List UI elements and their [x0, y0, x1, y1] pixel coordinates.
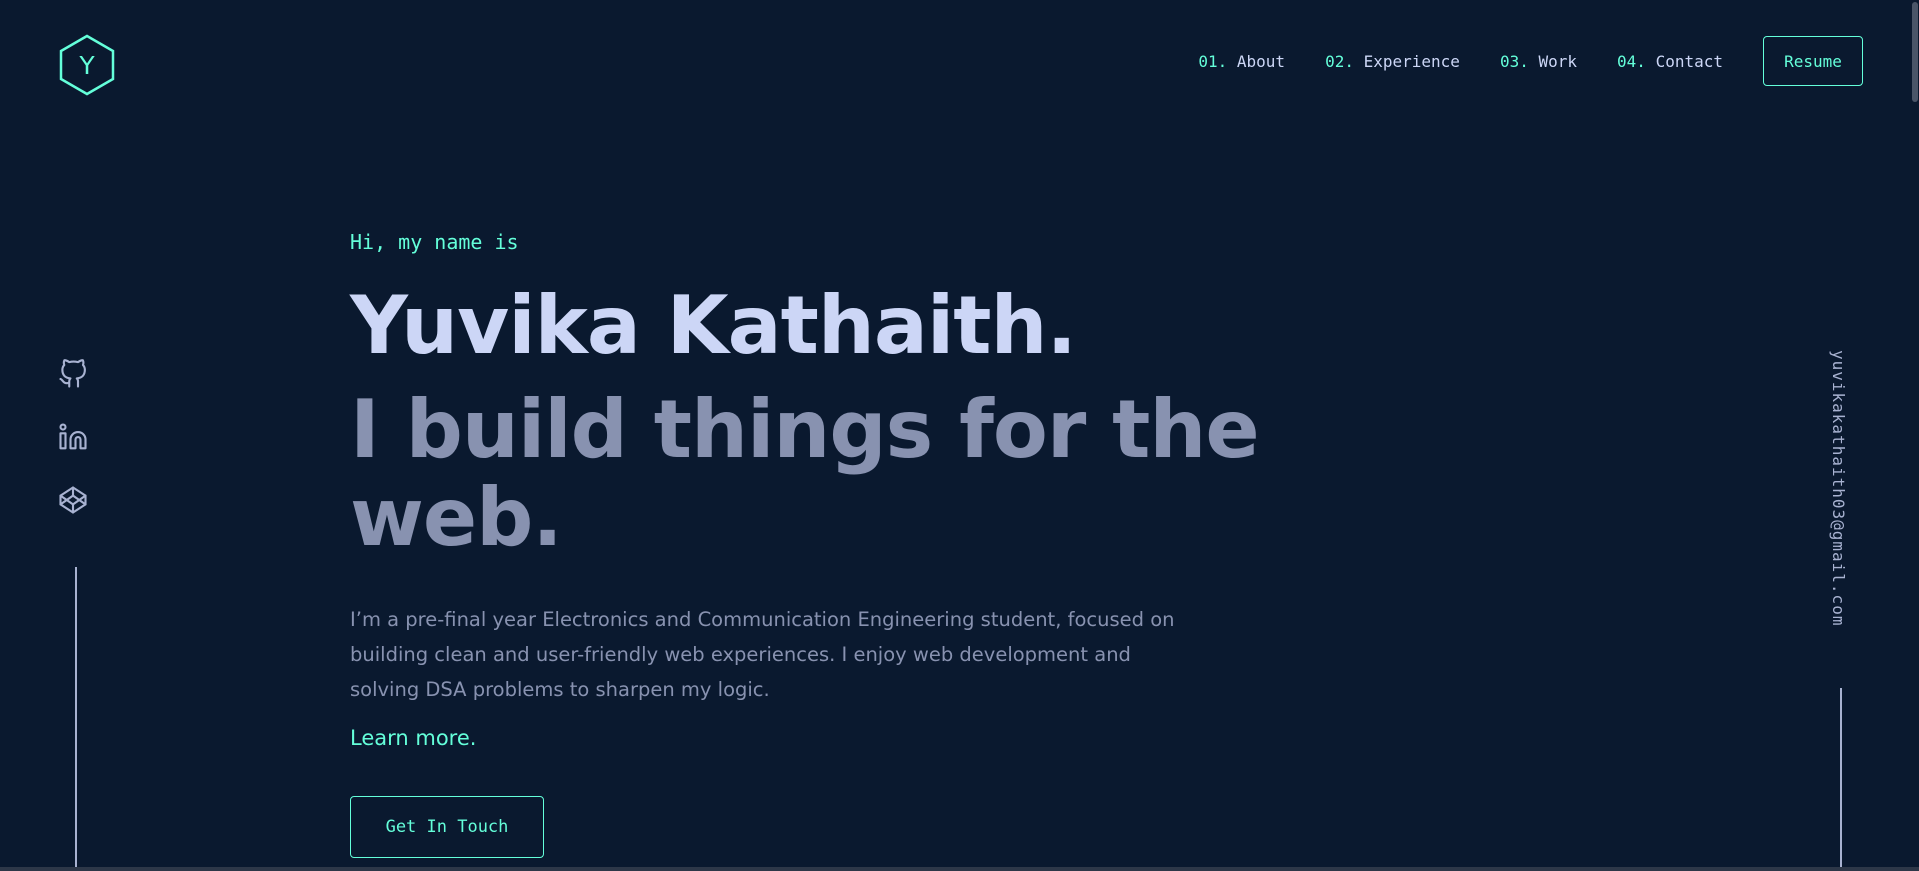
- nav-label: Work: [1538, 51, 1578, 71]
- logo-letter: Y: [79, 50, 95, 80]
- resume-button[interactable]: Resume: [1763, 36, 1863, 86]
- github-icon[interactable]: [58, 359, 88, 389]
- nav-number: 01.: [1198, 51, 1228, 71]
- codepen-icon[interactable]: [58, 485, 88, 515]
- hero-bio: I’m a pre-final year Electronics and Com…: [350, 608, 1175, 701]
- nav-number: 03.: [1499, 51, 1529, 71]
- nav-item-work[interactable]: 03. Work: [1500, 52, 1577, 71]
- scrollbar-thumb[interactable]: [1912, 2, 1918, 102]
- nav-item-experience[interactable]: 02. Experience: [1325, 52, 1460, 71]
- nav-number: 02.: [1325, 51, 1354, 71]
- hero-intro: Hi, my name is: [350, 230, 519, 254]
- get-in-touch-button[interactable]: Get In Touch: [350, 796, 544, 858]
- nav-number: 04.: [1617, 51, 1646, 71]
- bottom-edge: [0, 867, 1919, 871]
- hero-tagline: I build things for the web.: [350, 383, 1260, 564]
- nav-item-contact[interactable]: 04. Contact: [1617, 52, 1723, 71]
- hero-name: Yuvika Kathaith.: [350, 279, 1077, 372]
- learn-more-link[interactable]: Learn more.: [350, 726, 476, 750]
- nav-label: About: [1236, 51, 1286, 71]
- social-divider-line: [75, 567, 77, 871]
- email-link[interactable]: yuvikakathaith03@gmail.com: [1829, 350, 1848, 626]
- nav-label: Experience: [1363, 51, 1460, 71]
- portfolio-page: Y 01. About 02. Experience 03. Work 04. …: [0, 0, 1919, 871]
- nav-item-about[interactable]: 01. About: [1198, 52, 1285, 71]
- email-divider-line: [1840, 688, 1842, 871]
- linkedin-icon[interactable]: [58, 422, 88, 452]
- nav-label: Contact: [1655, 51, 1723, 71]
- main-nav: 01. About 02. Experience 03. Work 04. Co…: [1198, 36, 1863, 86]
- logo[interactable]: Y: [58, 34, 116, 96]
- scrollbar[interactable]: [1911, 0, 1919, 871]
- social-links: [58, 359, 88, 548]
- hero-section: Hi, my name is Yuvika Kathaith. I build …: [350, 230, 1450, 858]
